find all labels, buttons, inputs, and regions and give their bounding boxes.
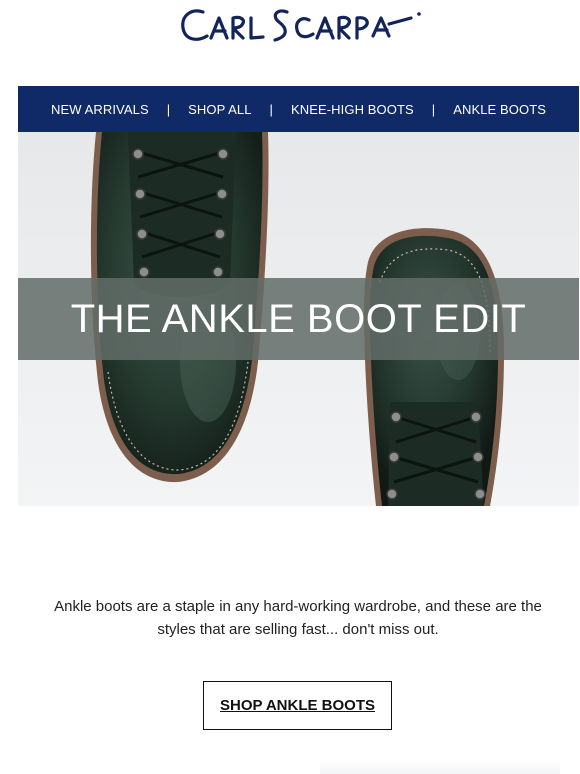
nav-knee-high-boots[interactable]: KNEE-HIGH BOOTS: [291, 102, 414, 117]
nav-shop-all[interactable]: SHOP ALL: [188, 102, 251, 117]
hero-title-band: THE ANKLE BOOT EDIT: [18, 278, 579, 360]
nav-new-arrivals[interactable]: NEW ARRIVALS: [51, 102, 149, 117]
bottom-image-edge: [320, 760, 560, 774]
nav-separator: |: [431, 101, 436, 117]
shop-ankle-boots-button[interactable]: SHOP ANKLE BOOTS: [203, 681, 392, 730]
top-nav: NEW ARRIVALS | SHOP ALL | KNEE-HIGH BOOT…: [18, 86, 579, 132]
intro-text: Ankle boots are a staple in any hard-wor…: [54, 598, 542, 638]
nav-separator: |: [166, 101, 171, 117]
hero-title: THE ANKLE BOOT EDIT: [70, 296, 527, 341]
nav-ankle-boots[interactable]: ANKLE BOOTS: [453, 102, 546, 117]
header: [0, 0, 580, 86]
nav-separator: |: [269, 101, 273, 117]
brand-logo[interactable]: [175, 2, 425, 52]
hero-banner[interactable]: THE ANKLE BOOT EDIT: [18, 132, 579, 506]
